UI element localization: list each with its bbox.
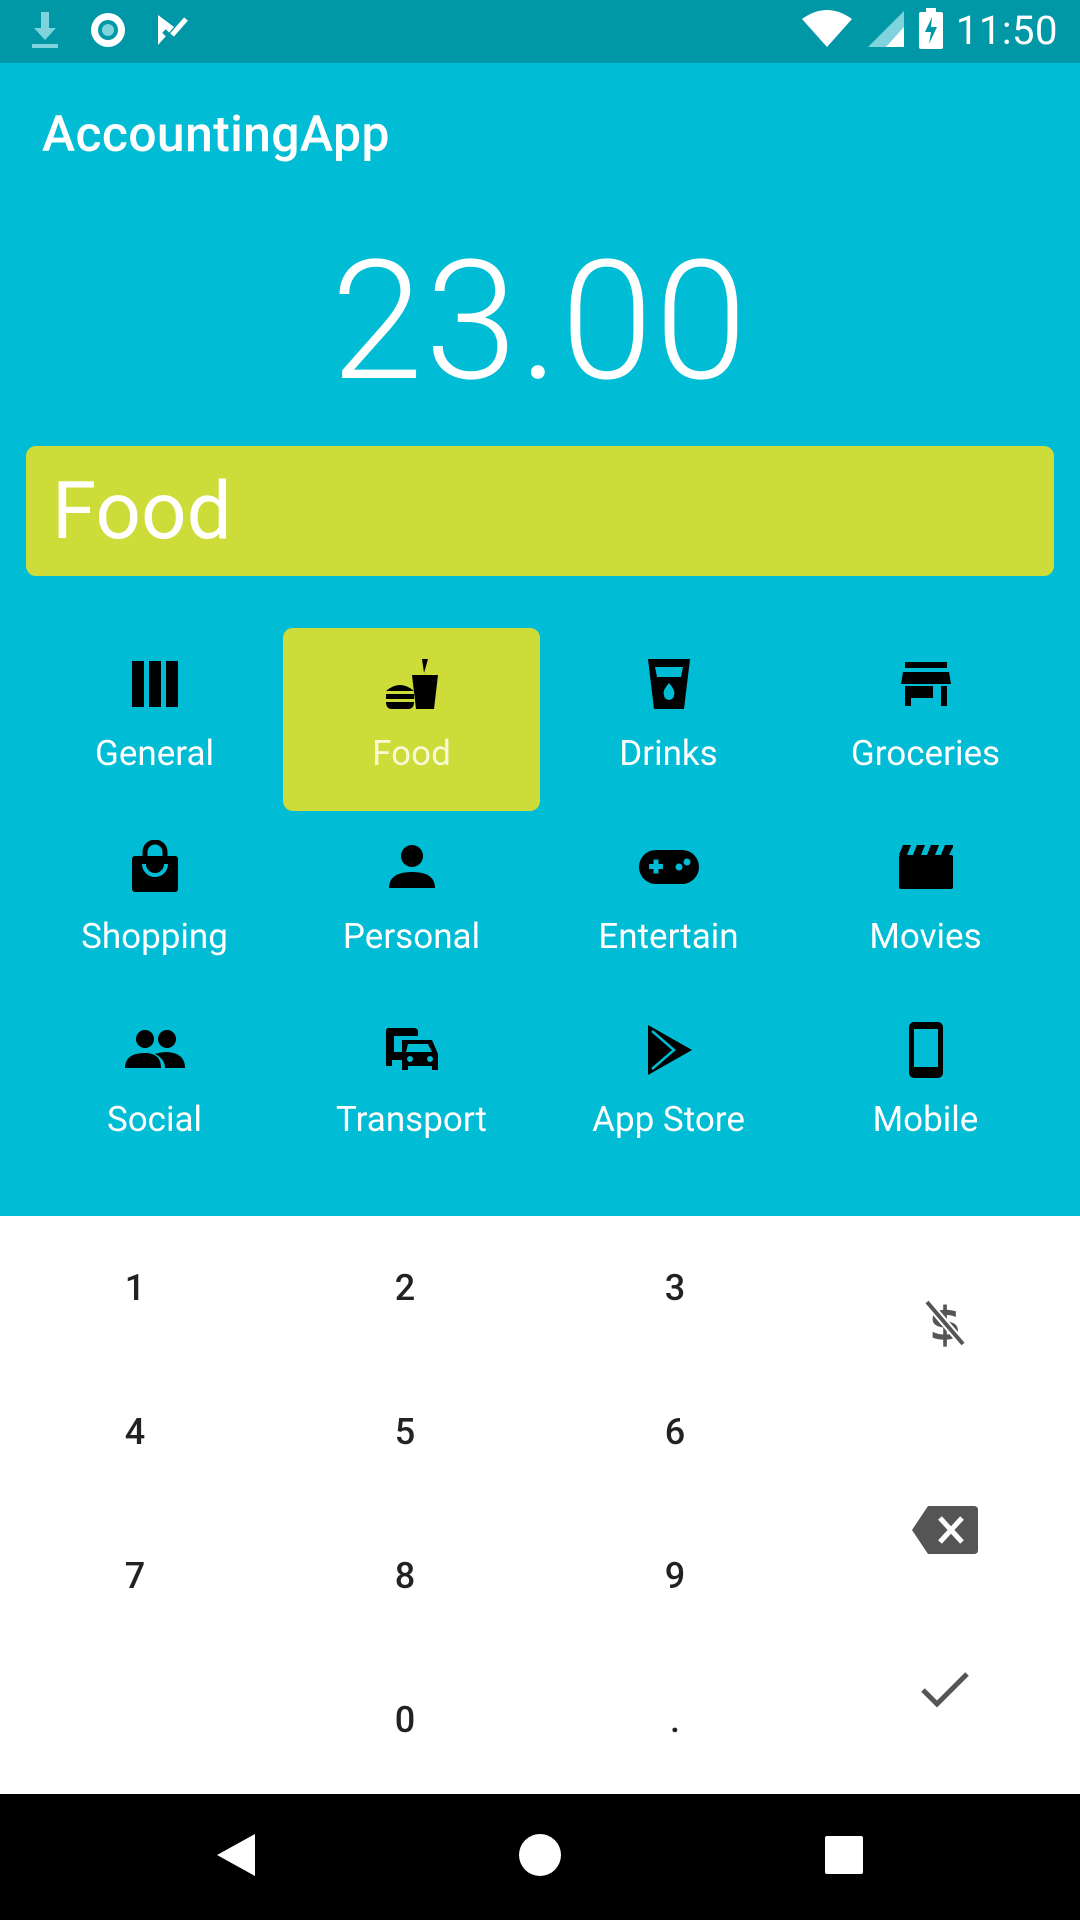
play-store-icon — [639, 1020, 699, 1080]
category-transport[interactable]: Transport — [283, 994, 540, 1177]
home-icon — [518, 1833, 562, 1881]
category-app-store[interactable]: App Store — [540, 994, 797, 1177]
no-money-icon: $ — [923, 1296, 967, 1352]
no-money-button[interactable]: $ — [810, 1252, 1080, 1396]
category-label: Transport — [336, 1099, 487, 1140]
clapperboard-icon — [896, 837, 956, 897]
nav-back-button[interactable] — [206, 1827, 266, 1887]
key-0[interactable]: 0 — [270, 1648, 540, 1792]
backspace-icon — [912, 1506, 978, 1558]
category-movies[interactable]: Movies — [797, 811, 1054, 994]
backspace-button[interactable] — [810, 1460, 1080, 1604]
category-label: General — [94, 733, 214, 774]
number-keypad: 1 2 3 4 5 6 7 8 9 0 . $ — [0, 1216, 1080, 1794]
category-label: Mobile — [872, 1099, 979, 1140]
download-icon — [28, 10, 62, 54]
category-label: Shopping — [81, 916, 228, 957]
category-personal[interactable]: Personal — [283, 811, 540, 994]
transport-icon — [382, 1020, 442, 1080]
selected-category-name: Food — [52, 464, 232, 558]
key-8[interactable]: 8 — [270, 1504, 540, 1648]
battery-charging-icon — [918, 8, 944, 54]
nav-home-button[interactable] — [510, 1827, 570, 1887]
person-icon — [382, 837, 442, 897]
status-time: 11:50 — [955, 7, 1058, 54]
category-general[interactable]: General — [26, 628, 283, 811]
amount-display: 23.00 — [330, 224, 750, 419]
columns-icon — [125, 654, 185, 714]
key-7[interactable]: 7 — [0, 1504, 270, 1648]
key-4[interactable]: 4 — [0, 1360, 270, 1504]
category-food[interactable]: Food — [283, 628, 540, 811]
gamepad-icon — [638, 837, 699, 897]
check-icon — [920, 1671, 970, 1713]
category-drinks[interactable]: Drinks — [540, 628, 797, 811]
status-bar: 11:50 — [0, 0, 1080, 63]
key-6[interactable]: 6 — [540, 1360, 810, 1504]
category-label: Food — [372, 733, 451, 774]
category-groceries[interactable]: Groceries — [797, 628, 1054, 811]
store-icon — [896, 654, 956, 714]
key-1[interactable]: 1 — [0, 1216, 270, 1360]
back-icon — [215, 1832, 257, 1882]
drink-cup-icon — [639, 654, 699, 714]
category-label: Entertain — [598, 916, 739, 957]
key-5[interactable]: 5 — [270, 1360, 540, 1504]
record-icon — [88, 10, 128, 54]
category-shopping[interactable]: Shopping — [26, 811, 283, 994]
system-navigation-bar — [0, 1794, 1080, 1920]
confirm-button[interactable] — [810, 1620, 1080, 1764]
category-label: Movies — [869, 916, 982, 957]
category-label: Drinks — [619, 733, 718, 774]
people-icon — [124, 1020, 185, 1080]
category-social[interactable]: Social — [26, 994, 283, 1177]
category-mobile[interactable]: Mobile — [797, 994, 1054, 1177]
key-decimal[interactable]: . — [540, 1648, 810, 1792]
category-label: Social — [106, 1099, 203, 1140]
nav-recents-button[interactable] — [814, 1827, 874, 1887]
tasks-icon — [154, 11, 192, 53]
category-label: App Store — [592, 1099, 745, 1140]
selected-category-banner: Food — [26, 446, 1054, 576]
accounting-screen: 11:50 AccountingApp 23.00 Food General F… — [0, 0, 1080, 1920]
category-label: Groceries — [850, 733, 1001, 774]
fastfood-icon — [382, 654, 442, 714]
shopping-bag-icon — [125, 837, 185, 897]
smartphone-icon — [896, 1020, 956, 1080]
category-label: Personal — [342, 916, 481, 957]
key-2[interactable]: 2 — [270, 1216, 540, 1360]
wifi-icon — [800, 9, 854, 53]
category-entertain[interactable]: Entertain — [540, 811, 797, 994]
app-title: AccountingApp — [42, 106, 390, 164]
key-9[interactable]: 9 — [540, 1504, 810, 1648]
recents-icon — [824, 1835, 864, 1879]
key-3[interactable]: 3 — [540, 1216, 810, 1360]
cell-signal-icon — [866, 9, 906, 53]
